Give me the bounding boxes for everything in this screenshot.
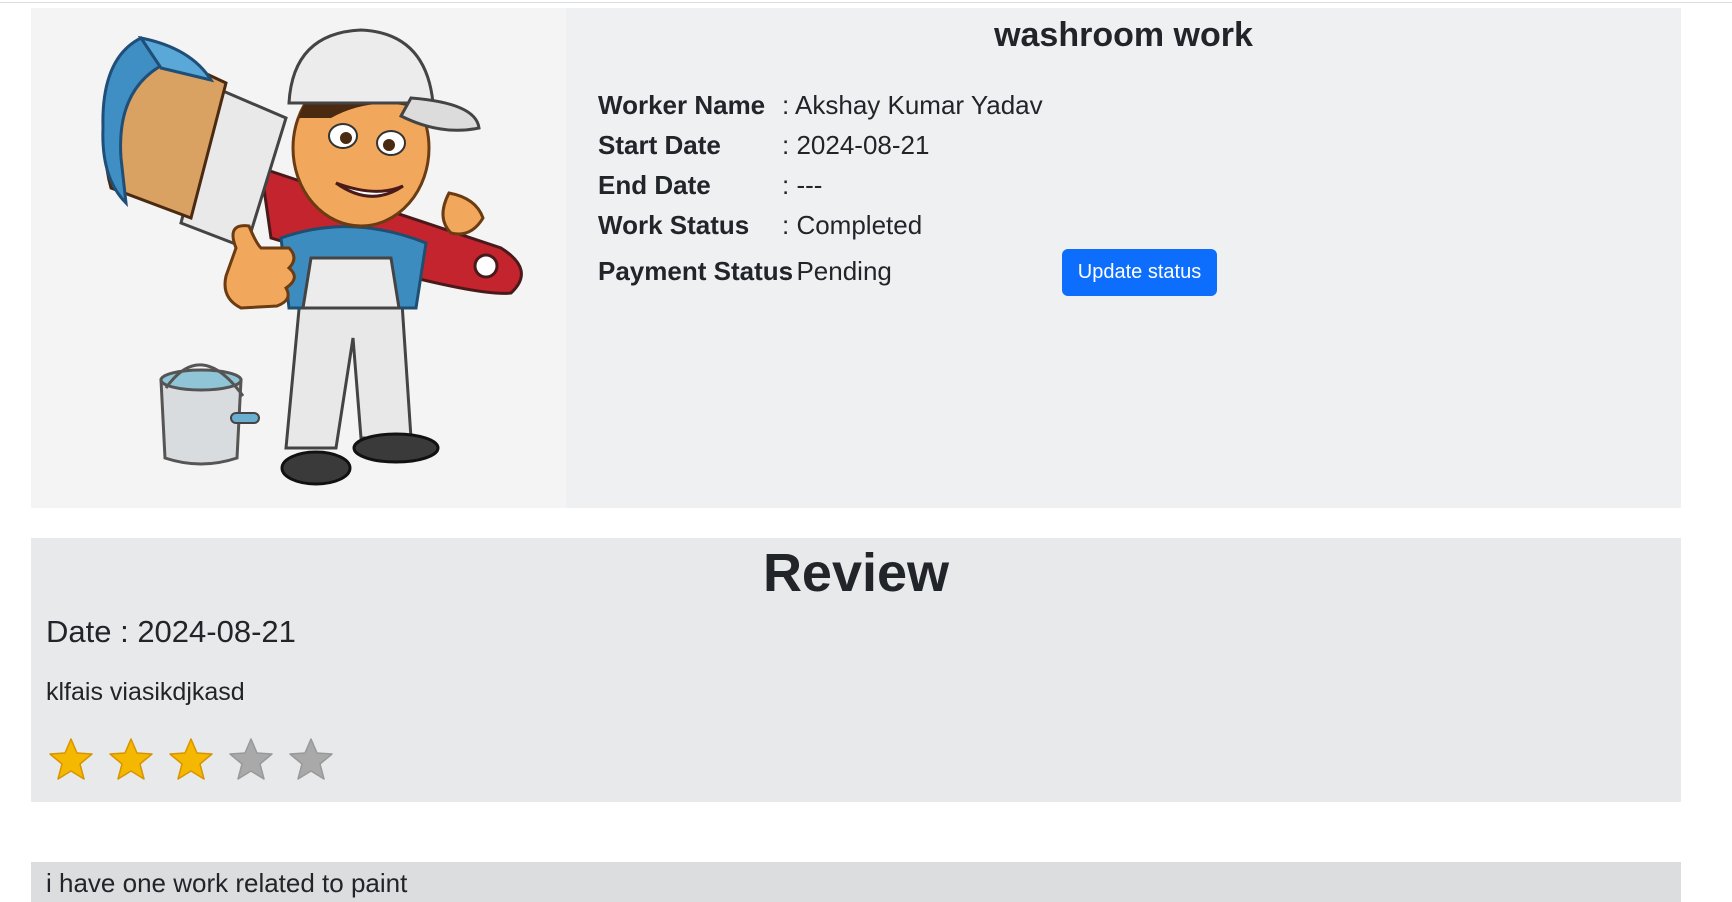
star-filled-icon xyxy=(169,738,213,780)
start-date-value: : 2024-08-21 xyxy=(782,130,930,160)
work-status-label: Work Status xyxy=(598,210,750,240)
detail-row-end-date: End Date : --- xyxy=(598,170,822,201)
update-status-button[interactable]: Update status xyxy=(1062,249,1217,296)
detail-row-payment-status: Payment Status : Pending xyxy=(598,248,892,294)
review-card: Review Date : 2024-08-21 klfais viasikdj… xyxy=(31,538,1681,802)
work-details: washroom work Worker Name : Akshay Kumar… xyxy=(566,8,1681,508)
payment-status-label: Payment Status xyxy=(598,255,794,286)
star-rating xyxy=(47,736,335,784)
payment-status-value: : Pending xyxy=(782,255,892,286)
worker-name-value: : Akshay Kumar Yadav xyxy=(782,90,1043,120)
painter-illustration xyxy=(31,8,566,508)
start-date-label: Start Date xyxy=(598,130,721,160)
painter-icon xyxy=(101,28,523,486)
work-status-value: : Completed xyxy=(782,210,923,240)
review-comment: klfais viasikdjkasd xyxy=(46,678,245,706)
detail-row-start-date: Start Date : 2024-08-21 xyxy=(598,130,929,161)
star-filled-icon xyxy=(109,738,153,780)
star-filled-icon xyxy=(49,738,93,780)
detail-row-work-status: Work Status : Completed xyxy=(598,210,922,241)
detail-row-worker-name: Worker Name : Akshay Kumar Yadav xyxy=(598,90,1043,121)
end-date-value: : --- xyxy=(782,170,823,200)
next-work-title: i have one work related to paint xyxy=(46,868,408,898)
review-date: Date : 2024-08-21 xyxy=(46,614,296,649)
star-empty-icon xyxy=(289,738,333,780)
end-date-label: End Date xyxy=(598,170,711,200)
review-heading: Review xyxy=(762,543,950,603)
top-divider xyxy=(0,2,1732,3)
work-title: washroom work xyxy=(994,16,1253,54)
star-empty-icon xyxy=(229,738,273,780)
work-card-next: i have one work related to paint xyxy=(31,862,1681,902)
work-card: washroom work Worker Name : Akshay Kumar… xyxy=(31,8,1681,508)
worker-name-label: Worker Name xyxy=(598,90,766,120)
